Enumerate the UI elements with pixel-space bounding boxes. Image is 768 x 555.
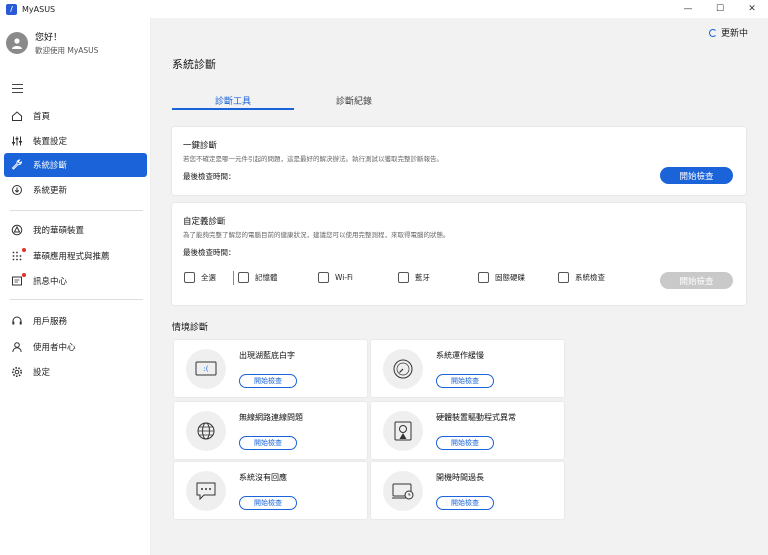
scenario-card-wireless: 無線網路連線問題 開始檢查 — [174, 402, 367, 459]
sidebar-item-label: 訊息中心 — [33, 277, 68, 287]
notification-badge — [22, 273, 26, 277]
minimize-button[interactable]: — — [672, 0, 704, 18]
start-one-click-button[interactable]: 開始檢查 — [660, 167, 733, 184]
title-bar: / MyASUS — ☐ ✕ — [0, 0, 768, 18]
scenario-title: 硬體裝置驅動程式異常 — [436, 413, 516, 422]
scenario-start-button[interactable]: 開始檢查 — [436, 374, 494, 388]
scenario-card-driver: 硬體裝置驅動程式異常 開始檢查 — [371, 402, 564, 459]
sidebar-item-label: 首頁 — [33, 112, 51, 122]
avatar[interactable] — [6, 32, 28, 54]
custom-diagnosis-card: 自定義診斷 為了能夠完整了解您的電腦目前的健康狀況，建議您可以使用完整測程，來取… — [172, 203, 746, 305]
loading-spinner-icon — [708, 28, 717, 37]
sidebar-item-label: 使用者中心 — [33, 343, 76, 353]
menu-toggle-icon[interactable] — [12, 84, 23, 96]
person-icon — [12, 38, 22, 49]
sidebar-item-label: 華碩應用程式與推薦 — [33, 252, 110, 262]
user-icon — [10, 340, 24, 354]
speedometer-icon — [383, 349, 423, 389]
one-click-diagnosis-card: 一鍵診斷 若您不確定是哪一元件引起的問題，這是最好的解決辦法。執行測試以獲取完整… — [172, 127, 746, 195]
card-title: 自定義診斷 — [183, 217, 226, 227]
checkbox-ssd[interactable]: 固態硬碟 — [478, 272, 525, 283]
checkbox-bluetooth[interactable]: 藍牙 — [398, 272, 430, 283]
sidebar-item-label: 我的華碩裝置 — [33, 226, 85, 236]
scenario-title: 系統運作緩慢 — [436, 351, 484, 360]
wrench-icon — [10, 158, 24, 172]
scenario-card-slow-system: 系統運作緩慢 開始檢查 — [371, 340, 564, 397]
sliders-icon — [10, 134, 24, 148]
scenario-card-no-response: 系統沒有回應 開始檢查 — [174, 462, 367, 519]
greeting-text: 您好！ — [35, 33, 63, 43]
checkbox-wifi[interactable]: Wi-Fi — [318, 272, 353, 283]
sidebar-item-home[interactable]: 首頁 — [4, 104, 147, 128]
user-profile[interactable]: 您好！ 歡迎使用 MyASUS — [6, 30, 98, 56]
checkbox-system-check[interactable]: 系統檢查 — [558, 272, 605, 283]
sidebar-item-my-devices[interactable]: 我的華碩裝置 — [4, 218, 147, 242]
last-check-label: 最後檢查時間： — [183, 172, 236, 181]
card-title: 一鍵診斷 — [183, 141, 218, 151]
tab-diagnostic-history[interactable]: 診斷紀錄 — [321, 94, 387, 110]
close-button[interactable]: ✕ — [736, 0, 768, 18]
update-status: 更新中 — [708, 26, 748, 39]
scenario-title: 系統沒有回應 — [239, 473, 287, 482]
myasus-logo-icon: / — [6, 3, 17, 15]
update-icon — [10, 183, 24, 197]
sidebar-divider — [10, 299, 143, 300]
sidebar-item-diagnostics[interactable]: 系統診斷 — [4, 153, 147, 177]
checkbox-select-all[interactable]: 全選 — [184, 272, 216, 283]
sidebar-item-message-center[interactable]: 訊息中心 — [4, 269, 147, 293]
notification-badge — [22, 248, 26, 252]
sidebar-item-system-update[interactable]: 系統更新 — [4, 178, 147, 202]
sidebar-item-label: 用戶服務 — [33, 317, 68, 327]
laptop-clock-icon — [383, 471, 423, 511]
welcome-text: 歡迎使用 MyASUS — [35, 46, 99, 55]
checkbox-divider — [233, 271, 234, 285]
checkbox-memory[interactable]: 記憶體 — [238, 272, 278, 283]
scenario-start-button[interactable]: 開始檢查 — [436, 436, 494, 450]
scenario-start-button[interactable]: 開始檢查 — [239, 436, 297, 450]
update-status-text: 更新中 — [720, 29, 748, 39]
sidebar-item-label: 系統更新 — [33, 186, 68, 196]
driver-warning-icon — [383, 411, 423, 451]
device-link-icon — [10, 223, 24, 237]
scenario-start-button[interactable]: 開始檢查 — [436, 496, 494, 510]
scenario-section-title: 情境診斷 — [172, 323, 209, 333]
card-description: 為了能夠完整了解您的電腦目前的健康狀況，建議您可以使用完整測程，來取得電腦的狀態… — [183, 231, 450, 239]
gear-icon — [10, 365, 24, 379]
main-content: 更新中 系統診斷 診斷工具 診斷紀錄 一鍵診斷 若您不確定是哪一元件引起的問題，… — [151, 18, 768, 555]
scenario-card-blue-screen: :( 出現湖藍底白字 開始檢查 — [174, 340, 367, 397]
scenario-start-button[interactable]: 開始檢查 — [239, 374, 297, 388]
maximize-button[interactable]: ☐ — [704, 0, 736, 18]
sidebar-item-customer-service[interactable]: 用戶服務 — [4, 309, 147, 333]
home-icon — [10, 109, 24, 123]
scenario-title: 無線網路連線問題 — [239, 413, 303, 422]
apps-grid-icon — [10, 248, 26, 263]
scenario-card-slow-boot: 開機時間過長 開始檢查 — [371, 462, 564, 519]
sidebar-item-label: 設定 — [33, 368, 51, 378]
scenario-title: 開機時間過長 — [436, 473, 484, 482]
sidebar-item-apps-recommend[interactable]: 華碩應用程式與推薦 — [4, 244, 147, 268]
sidebar-item-device-settings[interactable]: 裝置設定 — [4, 129, 147, 153]
card-description: 若您不確定是哪一元件引起的問題，這是最好的解決辦法。執行測試以獲取完整診斷報告。 — [183, 155, 443, 163]
blue-screen-icon: :( — [186, 349, 226, 389]
sidebar-item-settings[interactable]: 設定 — [4, 360, 147, 384]
headset-icon — [10, 314, 24, 328]
svg-text::(: :( — [203, 365, 208, 373]
globe-icon — [186, 411, 226, 451]
page-title: 系統診斷 — [172, 58, 216, 71]
sidebar-item-label: 裝置設定 — [33, 137, 68, 147]
scenario-start-button[interactable]: 開始檢查 — [239, 496, 297, 510]
chat-dots-icon — [186, 471, 226, 511]
sidebar: 您好！ 歡迎使用 MyASUS 首頁 裝置設定 系統診斷 系統更新 我的華碩裝置… — [0, 18, 151, 555]
last-check-label: 最後檢查時間： — [183, 248, 236, 257]
scenario-title: 出現湖藍底白字 — [239, 351, 295, 360]
sidebar-divider — [10, 210, 143, 211]
start-custom-button[interactable]: 開始檢查 — [660, 272, 733, 289]
sidebar-item-label: 系統診斷 — [33, 161, 68, 171]
tab-diagnostic-tools[interactable]: 診斷工具 — [172, 94, 294, 110]
message-icon — [10, 273, 26, 288]
window-title: MyASUS — [22, 4, 56, 14]
sidebar-item-user-center[interactable]: 使用者中心 — [4, 335, 147, 359]
